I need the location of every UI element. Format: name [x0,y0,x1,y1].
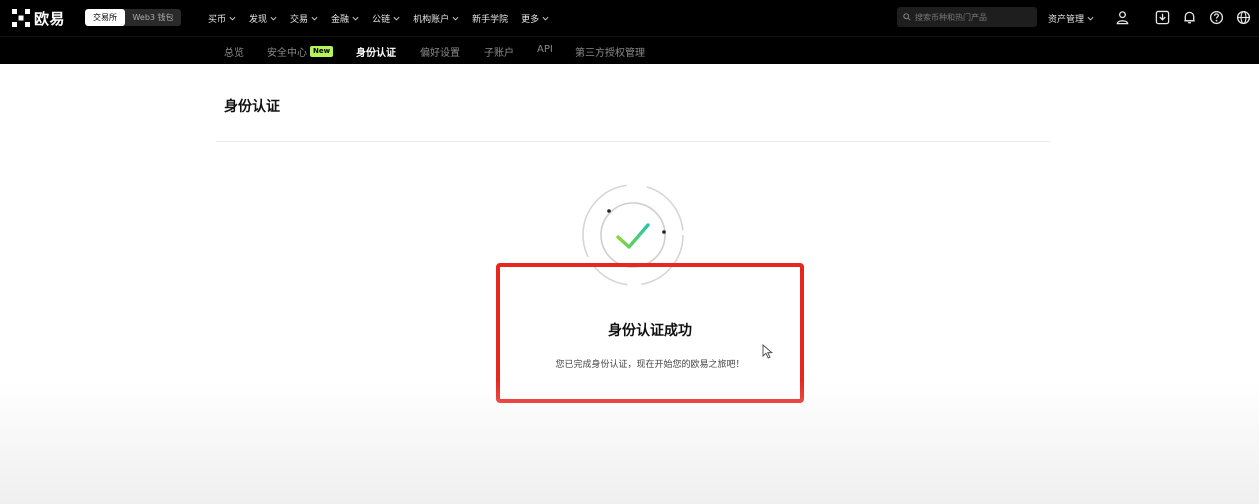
nav-label: 发现 [249,14,268,25]
nav-institutional[interactable]: 机构账户 [413,12,459,25]
subnav-third-party-auth[interactable]: 第三方授权管理 [575,44,645,59]
search-input[interactable] [915,12,1033,22]
mouse-cursor-icon [762,344,773,359]
success-title: 身份认证成功 [608,323,692,339]
subnav-preferences[interactable]: 偏好设置 [420,44,460,59]
nav-more[interactable]: 更多 [521,12,549,25]
tab-exchange[interactable]: 交易所 [85,9,125,26]
tab-web3-wallet[interactable]: Web3 钱包 [125,9,181,26]
nav-label: 金融 [331,14,350,25]
chevron-down-icon [229,16,236,21]
chevron-down-icon [542,16,549,21]
main-nav: 买币 发现 交易 金融 公链 机构账户 新手学院 更多 [208,0,562,36]
subnav-sub-accounts[interactable]: 子账户 [484,44,514,59]
asset-management-label: 资产管理 [1048,15,1085,25]
subnav-label: API [537,44,553,55]
account-subnav: 总览 安全中心 New 身份认证 偏好设置 子账户 API 第三方授权管理 [0,36,1259,64]
nav-label: 买币 [208,14,227,25]
logo-text: 欧易 [34,9,66,28]
chevron-down-icon [393,16,400,21]
nav-label: 机构账户 [413,14,450,25]
divider [216,141,1050,142]
exchange-web3-toggle[interactable]: 交易所 Web3 钱包 [85,9,181,26]
subnav-api[interactable]: API [537,44,553,55]
subnav-label: 总览 [224,48,244,59]
chevron-down-icon [270,16,277,21]
page-title: 身份认证 [224,99,280,115]
subnav-overview[interactable]: 总览 [224,44,244,59]
nav-public-chain[interactable]: 公链 [372,12,400,25]
nav-trade[interactable]: 交易 [290,12,318,25]
globe-icon[interactable] [1236,10,1251,25]
okx-logo[interactable]: 欧易 [12,8,65,28]
subnav-label: 子账户 [484,48,514,59]
help-icon[interactable] [1209,10,1224,25]
chevron-down-icon [352,16,359,21]
nav-label: 更多 [521,14,540,25]
search-icon [903,13,911,21]
nav-buy-crypto[interactable]: 买币 [208,12,236,25]
nav-label: 新手学院 [472,14,509,25]
subnav-label: 偏好设置 [420,48,460,59]
nav-label: 交易 [290,14,309,25]
search-box[interactable] [897,7,1037,27]
success-description: 您已完成身份认证，现在开始您的欧易之旅吧！ [555,360,745,370]
nav-academy[interactable]: 新手学院 [472,12,508,25]
chevron-down-icon [311,16,318,21]
top-navigation-bar: 欧易 交易所 Web3 钱包 买币 发现 交易 金融 公链 机构账户 新手学院 … [0,0,1259,36]
download-icon[interactable] [1155,10,1170,25]
subnav-label: 第三方授权管理 [575,48,645,59]
chevron-down-icon [452,16,459,21]
chevron-down-icon [1087,16,1094,21]
user-icon[interactable] [1115,10,1130,25]
asset-management-menu[interactable]: 资产管理 [1048,12,1094,25]
subnav-label: 身份认证 [356,48,396,59]
nav-discover[interactable]: 发现 [249,12,277,25]
bell-icon[interactable] [1182,10,1197,25]
subnav-label: 安全中心 [267,48,307,59]
nav-finance[interactable]: 金融 [331,12,359,25]
subnav-identity-verification[interactable]: 身份认证 [356,44,396,59]
okx-logo-icon [12,9,30,27]
subnav-security-center[interactable]: 安全中心 New [267,44,334,59]
nav-label: 公链 [372,14,391,25]
new-badge: New [310,46,334,57]
